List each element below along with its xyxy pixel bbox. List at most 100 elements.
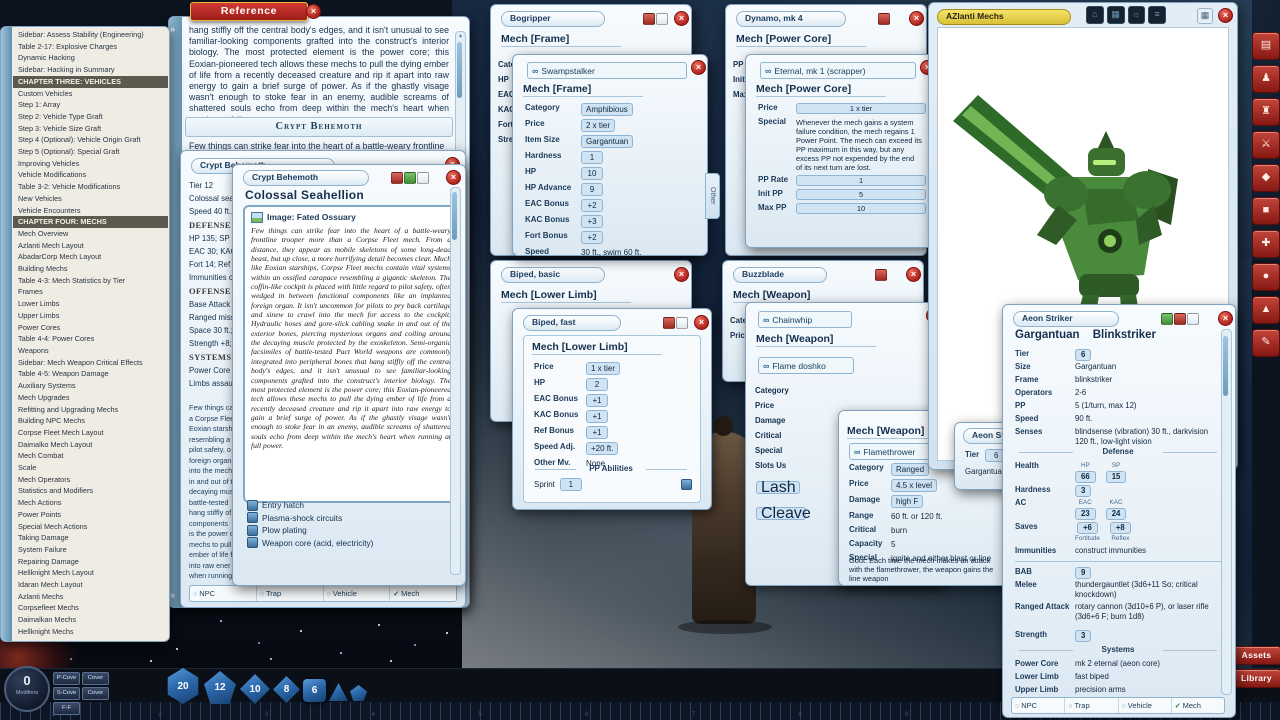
field-value[interactable]: high F bbox=[891, 495, 923, 508]
sidebar-item[interactable]: Taking Damage bbox=[13, 532, 168, 544]
field-value[interactable]: 3 bbox=[1075, 485, 1091, 497]
sidebar-item[interactable]: Table 4-5: Weapon Damage bbox=[13, 368, 168, 380]
crypt-behemoth-description-window[interactable]: Crypt Behemoth × Colossal Seahellion Ima… bbox=[232, 164, 466, 586]
sidebar-item[interactable]: Improving Vehicles bbox=[13, 158, 168, 170]
field-value[interactable]: Amphibious bbox=[581, 103, 633, 116]
sidebar-item[interactable]: CHAPTER THREE: VEHICLES bbox=[13, 76, 168, 88]
sidebar-item[interactable]: Lower Limbs bbox=[13, 298, 168, 310]
sidebar-item[interactable]: Mech Actions bbox=[13, 497, 168, 509]
window-title[interactable]: Bogripper bbox=[501, 11, 605, 27]
toolbar-button[interactable]: ♟ bbox=[1252, 65, 1280, 93]
item-name-field[interactable]: ∞ Eternal, mk 1 (scrapper) bbox=[760, 62, 916, 79]
hotkey-slot-number[interactable]: 5 bbox=[427, 712, 534, 720]
pp-ability-chip[interactable]: Lash bbox=[756, 481, 800, 494]
library-button[interactable]: Library bbox=[1232, 669, 1280, 688]
field-value[interactable]: 30 ft., swim 60 ft. bbox=[581, 247, 641, 258]
sidebar-item[interactable]: Step 3: Vehicle Size Graft bbox=[13, 123, 168, 135]
sidebar-item[interactable]: Corpsefleet Mechs bbox=[13, 602, 168, 614]
assets-button[interactable]: Assets bbox=[1232, 646, 1280, 665]
scrollbar-thumb[interactable] bbox=[452, 192, 457, 240]
filter-tab[interactable]: Trap bbox=[1065, 698, 1118, 713]
lock-icon[interactable] bbox=[875, 269, 887, 281]
sidebar-item[interactable]: Statistics and Modifiers bbox=[13, 485, 168, 497]
field-value[interactable]: blindsense (vibration) 30 ft., darkvisio… bbox=[1075, 427, 1221, 446]
field-value[interactable]: 1 x tier bbox=[796, 103, 926, 114]
modifier-button[interactable]: F-F bbox=[53, 702, 80, 715]
pp-ability-chip[interactable]: Cleave bbox=[756, 507, 806, 520]
sidebar-item[interactable]: Table 4-4: Power Cores bbox=[13, 333, 168, 345]
sidebar-item[interactable]: Building Mechs bbox=[13, 263, 168, 275]
hotkey-slot-number[interactable]: 6 bbox=[533, 712, 640, 720]
sidebar-item[interactable]: Dynamic Hacking bbox=[13, 52, 168, 64]
lock-icon[interactable] bbox=[1174, 313, 1186, 325]
close-icon[interactable]: × bbox=[674, 267, 689, 282]
field-value[interactable]: Ranged bbox=[891, 463, 929, 476]
modifier-button[interactable]: P-Cove bbox=[53, 672, 80, 685]
sidebar-item[interactable]: Refitting and Upgrading Mechs bbox=[13, 404, 168, 416]
field-value[interactable]: 6 bbox=[1075, 349, 1091, 361]
field-value[interactable]: blinkstriker bbox=[1075, 375, 1112, 385]
sidebar-item[interactable]: Daimalkan Mechs bbox=[13, 614, 168, 626]
sidebar-item[interactable]: Special Mech Actions bbox=[13, 521, 168, 533]
modifier-button[interactable]: Cover bbox=[82, 687, 109, 700]
biped-fast-window[interactable]: Biped, fast × Mech [Lower Limb] Price1 x… bbox=[512, 308, 712, 510]
sidebar-item[interactable]: Azlanti Mechs bbox=[13, 591, 168, 603]
modifier-button[interactable]: S-Cove bbox=[53, 687, 80, 700]
top-bar-button[interactable]: ⌂ bbox=[1086, 6, 1104, 24]
toolbar-button[interactable]: ◆ bbox=[1252, 164, 1280, 192]
toolbar-button[interactable]: ✎ bbox=[1252, 329, 1280, 357]
field-value[interactable]: +1 bbox=[586, 410, 608, 423]
popup-scrollbar[interactable] bbox=[450, 187, 461, 575]
lock-icon[interactable] bbox=[643, 13, 655, 25]
field-value[interactable]: Whenever the mech gains a system failure… bbox=[796, 117, 922, 172]
hp-value[interactable]: 66 bbox=[1075, 471, 1096, 483]
field-value[interactable]: 5 bbox=[891, 539, 895, 550]
toolbar-button[interactable]: ▤ bbox=[1252, 32, 1280, 60]
field-value[interactable]: +20 ft. bbox=[586, 442, 618, 455]
field-value[interactable]: +1 bbox=[586, 394, 608, 407]
sidebar-item[interactable]: Building NPC Mechs bbox=[13, 415, 168, 427]
reference-banner[interactable]: Reference bbox=[190, 2, 308, 21]
field-value[interactable]: fast biped bbox=[1075, 672, 1109, 682]
top-bar-button[interactable]: ≡ bbox=[1148, 6, 1166, 24]
sidebar-item[interactable]: Scale bbox=[13, 462, 168, 474]
fortitude-value[interactable]: +6 bbox=[1077, 522, 1098, 534]
sidebar-item[interactable]: Mech Combat bbox=[13, 450, 168, 462]
filter-tab[interactable]: Mech bbox=[390, 586, 456, 601]
sidebar-item[interactable]: Step 2: Vehicle Type Graft bbox=[13, 111, 168, 123]
grid-icon[interactable]: ▦ bbox=[1197, 8, 1213, 24]
field-value[interactable]: 4.5 x level bbox=[891, 479, 937, 492]
sidebar-item[interactable]: Sidebar: Hacking in Summary bbox=[13, 64, 168, 76]
field-value[interactable]: 60 ft. or 120 ft. bbox=[891, 511, 943, 522]
auxiliary-system-row[interactable]: Entry hatch bbox=[247, 499, 373, 512]
sidebar-item[interactable]: Table 2-17: Explosive Charges bbox=[13, 41, 168, 53]
sp-value[interactable]: 15 bbox=[1106, 471, 1127, 483]
hotkey-slot-number[interactable]: 9 bbox=[853, 712, 960, 720]
scrollbar-thumb[interactable] bbox=[1223, 336, 1228, 396]
field-value[interactable]: 1 x tier bbox=[586, 362, 620, 375]
kac-value[interactable]: 24 bbox=[1106, 508, 1127, 520]
window-title[interactable]: AZlanti Mechs bbox=[937, 9, 1071, 25]
auxiliary-system-row[interactable]: Plasma-shock circuits bbox=[247, 512, 373, 525]
sidebar-item[interactable]: Table 4-3: Mech Statistics by Tier bbox=[13, 275, 168, 287]
field-value[interactable]: precision arms bbox=[1075, 685, 1126, 695]
field-value[interactable]: +2 bbox=[581, 231, 603, 244]
sidebar-item[interactable]: Power Points bbox=[13, 509, 168, 521]
filter-tab[interactable]: Vehicle bbox=[1119, 698, 1172, 713]
ability-icon[interactable] bbox=[681, 479, 692, 490]
image-link[interactable]: Image: Fated Ossuary bbox=[251, 212, 451, 223]
sidebar-item[interactable]: Mech Overview bbox=[13, 228, 168, 240]
close-icon[interactable]: × bbox=[446, 170, 461, 185]
close-icon[interactable]: × bbox=[674, 11, 689, 26]
close-icon[interactable]: × bbox=[1218, 311, 1233, 326]
filter-tab[interactable]: Vehicle bbox=[324, 586, 391, 601]
sidebar-item[interactable]: Sidebar: Assess Stability (Engineering) bbox=[13, 29, 168, 41]
lock-icon[interactable] bbox=[663, 317, 675, 329]
sidebar-drag-edge[interactable] bbox=[1, 27, 12, 641]
field-value[interactable]: 3 bbox=[1075, 630, 1091, 642]
top-bar-button[interactable]: ☼ bbox=[1128, 6, 1146, 24]
field-value[interactable]: 1 bbox=[796, 175, 926, 186]
close-icon[interactable]: × bbox=[691, 60, 706, 75]
sidebar-item[interactable]: Table 3-2: Vehicle Modifications bbox=[13, 181, 168, 193]
sidebar-item[interactable]: AbadarCorp Mech Layout bbox=[13, 251, 168, 263]
